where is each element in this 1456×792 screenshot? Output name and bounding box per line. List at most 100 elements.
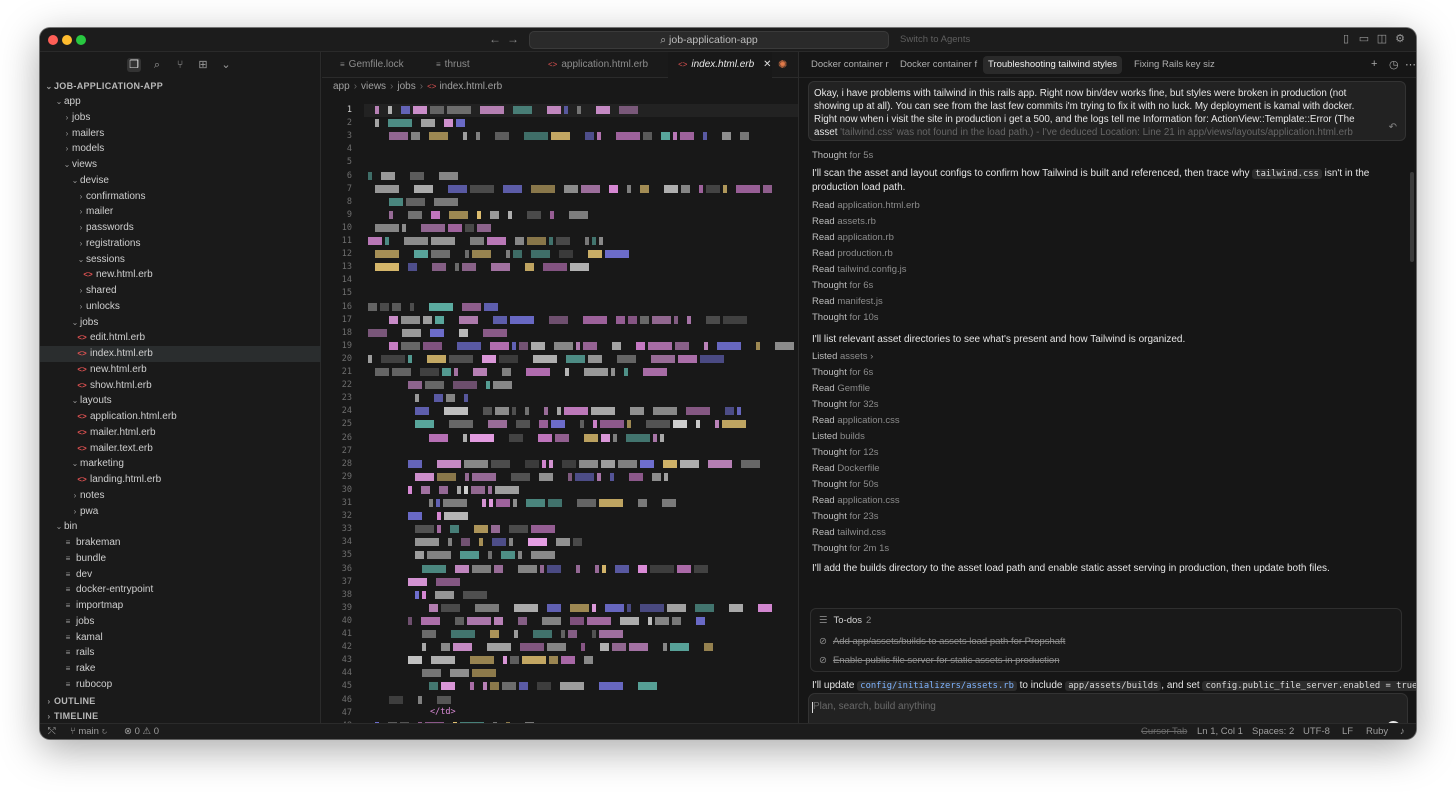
tool-step[interactable]: Read application.css [812,495,900,506]
user-prompt-message[interactable]: Okay, i have problems with tailwind in t… [808,81,1406,141]
switch-to-agents-button[interactable]: Switch to Agents [900,34,970,45]
sidebar-item-mailer[interactable]: › mailer [40,204,321,220]
problems-indicator[interactable]: ⊗ 0 ⚠ 0 [124,724,159,739]
sidebar-item-show-html-erb[interactable]: <> show.html.erb [40,378,321,394]
tool-step[interactable]: Thought for 10s [812,312,879,323]
tool-step[interactable]: Read assets.rb [812,216,876,227]
tab-application-html-erb[interactable]: <> application.html.erb [548,52,648,78]
files-icon[interactable]: ❐ [127,58,141,72]
sidebar-item-registrations[interactable]: › registrations [40,236,321,252]
tool-step[interactable]: Thought for 50s [812,479,879,490]
tab-index-html-erb[interactable]: <> index.html.erb ✕ [668,52,772,78]
sidebar-item-dev[interactable]: ≡ dev [40,567,321,583]
sidebar-item-edit-html-erb[interactable]: <> edit.html.erb [40,330,321,346]
toggle-panel-icon[interactable]: ▭ [1358,33,1370,45]
agent-tab-fixing-rails[interactable]: Fixing Rails key siz [1129,56,1215,74]
tool-step[interactable]: Read tailwind.config.js [812,264,907,275]
tool-step[interactable]: Listed assets › [812,351,873,362]
tool-step[interactable]: Thought for 23s [812,511,879,522]
new-chat-icon[interactable]: + [1371,58,1377,70]
sidebar-item-unlocks[interactable]: › unlocks [40,299,321,315]
sidebar-item-jobs[interactable]: › jobs [40,110,321,126]
sidebar-item-shared[interactable]: › shared [40,283,321,299]
agent-tab-docker-1[interactable]: Docker container r [806,56,890,74]
tool-step[interactable]: Thought for 6s [812,280,873,291]
sidebar-item-jobs[interactable]: ⌄ jobs [40,315,321,331]
cursor-logo-icon[interactable]: ✺ [778,58,787,71]
encoding-setting[interactable]: UTF-8 [1303,724,1330,739]
agent-tab-docker-2[interactable]: Docker container f [895,56,979,74]
extensions-icon[interactable]: ⊞ [196,58,210,72]
sidebar-item-docker-entrypoint[interactable]: ≡ docker-entrypoint [40,582,321,598]
sidebar-item-new-html-erb[interactable]: <> new.html.erb [40,267,321,283]
inline-code-link[interactable]: config/initializers/assets.rb [857,681,1017,691]
search-icon[interactable]: ⌕ [150,58,164,72]
sidebar-item-mailers[interactable]: › mailers [40,126,321,142]
remote-icon[interactable]: ⤲ [48,724,56,739]
tool-step[interactable]: Read production.rb [812,248,893,259]
breadcrumb-item[interactable]: jobs [397,81,415,92]
tool-step[interactable]: Read Gemfile [812,383,870,394]
tool-step[interactable]: Read application.html.erb [812,200,920,211]
sidebar-item-jobs[interactable]: ≡ jobs [40,614,321,630]
code-area[interactable]: 1 2 3 4 5 6 7 8 9 10 11 12 13 14 15 16 17 18 19 20 21 22 23 24 2… [322,96,798,723]
layout-icon[interactable]: ◫ [1376,33,1388,45]
chevron-down-icon[interactable]: ⌄ [219,58,233,72]
sidebar-item-index-html-erb[interactable]: <> index.html.erb [40,346,321,362]
sidebar-item-confirmations[interactable]: › confirmations [40,189,321,205]
restore-checkpoint-icon[interactable]: ↶ [1389,121,1397,134]
branch-indicator[interactable]: ⑂ main ↻ [70,724,107,739]
toggle-sidebar-icon[interactable]: ▯ [1340,33,1352,45]
tool-step[interactable]: Read application.css [812,415,900,426]
eol-setting[interactable]: LF [1342,724,1353,739]
breadcrumb-item[interactable]: views [361,81,386,92]
notifications-icon[interactable]: ♪ [1400,724,1405,739]
history-icon[interactable]: ◷ [1389,58,1399,71]
tool-step[interactable]: Read Dockerfile [812,463,880,474]
sidebar-item-landing-html-erb[interactable]: <> landing.html.erb [40,472,321,488]
sidebar-item-importmap[interactable]: ≡ importmap [40,598,321,614]
minimize-window-button[interactable] [62,35,72,45]
sidebar-item-rake[interactable]: ≡ rake [40,661,321,677]
cursor-tab-status[interactable]: Cursor Tab [1141,724,1187,739]
sidebar-item-application-html-erb[interactable]: <> application.html.erb [40,409,321,425]
indentation-setting[interactable]: Spaces: 2 [1252,724,1294,739]
tool-step[interactable]: Thought for 32s [812,399,879,410]
breadcrumb-item[interactable]: index.html.erb [439,81,502,92]
sidebar-item-rubocop[interactable]: ≡ rubocop [40,677,321,693]
chat-scrollbar[interactable] [1410,172,1414,262]
agent-tab-troubleshooting[interactable]: Troubleshooting tailwind styles [983,56,1123,74]
outline-section[interactable]: › OUTLINE [40,693,321,709]
sidebar-item-brakeman[interactable]: ≡ brakeman [40,535,321,551]
sidebar-item-passwords[interactable]: › passwords [40,220,321,236]
thought-step[interactable]: Thought for 5s [812,150,873,161]
sidebar-item-marketing[interactable]: ⌄ marketing [40,456,321,472]
tool-step[interactable]: Read manifest.js [812,296,883,307]
tool-step[interactable]: Read application.rb [812,232,894,243]
sidebar-item-sessions[interactable]: ⌄ sessions [40,252,321,268]
sidebar-item-layouts[interactable]: ⌄ layouts [40,393,321,409]
tool-step[interactable]: Thought for 6s [812,367,873,378]
sidebar-item-models[interactable]: › models [40,141,321,157]
tool-step[interactable]: Read tailwind.css [812,527,886,538]
sidebar-item-mailer-text-erb[interactable]: <> mailer.text.erb [40,441,321,457]
sidebar-item-views[interactable]: ⌄ views [40,157,321,173]
tool-step[interactable]: Listed builds [812,431,865,442]
sidebar-item-notes[interactable]: › notes [40,488,321,504]
source-control-icon[interactable]: ⑂ [173,58,187,72]
sidebar-item-mailer-html-erb[interactable]: <> mailer.html.erb [40,425,321,441]
settings-gear-icon[interactable]: ⚙ [1394,33,1406,45]
sidebar-item-app[interactable]: ⌄ app [40,94,321,110]
sidebar-item-new-html-erb[interactable]: <> new.html.erb [40,362,321,378]
back-arrow-icon[interactable]: ← [489,32,501,46]
tab-thrust[interactable]: ≡ thrust [436,52,470,78]
breadcrumb-item[interactable]: app [333,81,350,92]
maximize-window-button[interactable] [76,35,86,45]
sidebar-item-bundle[interactable]: ≡ bundle [40,551,321,567]
cursor-position[interactable]: Ln 1, Col 1 [1197,724,1243,739]
language-mode[interactable]: Ruby [1366,724,1388,739]
tool-step[interactable]: Thought for 2m 1s [812,543,889,554]
sidebar-item-pwa[interactable]: › pwa [40,504,321,520]
close-window-button[interactable] [48,35,58,45]
more-options-icon[interactable]: ⋯ [1405,58,1416,71]
